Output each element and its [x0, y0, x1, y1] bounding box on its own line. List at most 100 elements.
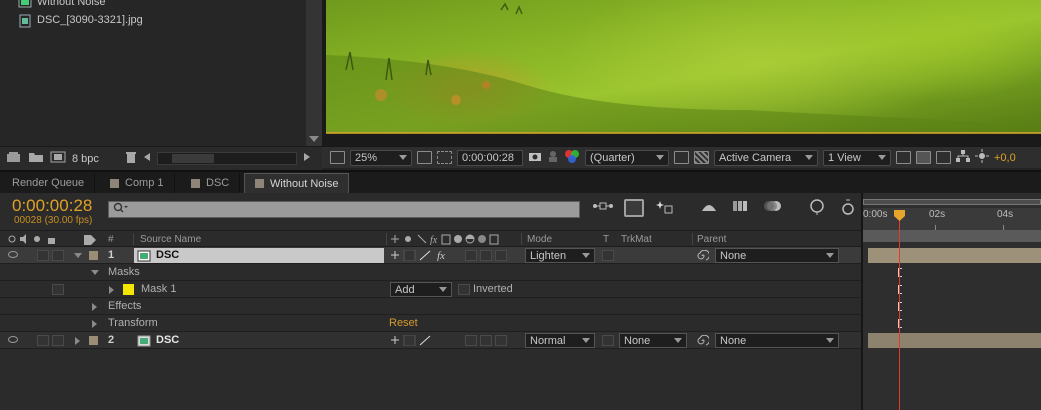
- property-group-row[interactable]: Masks: [0, 264, 861, 281]
- work-area-bar[interactable]: [863, 199, 1041, 205]
- property-group-row[interactable]: Effects: [0, 298, 861, 315]
- twirl-right-icon[interactable]: [75, 337, 80, 345]
- pickwhip-icon[interactable]: [697, 334, 710, 349]
- hide-shy-layers-icon[interactable]: [700, 199, 720, 217]
- eye-icon[interactable]: [8, 251, 18, 258]
- layer-name[interactable]: DSC: [156, 334, 179, 346]
- viewer-image[interactable]: [326, 0, 1041, 133]
- exposure-value[interactable]: +0,0: [994, 152, 1016, 164]
- parent-dropdown[interactable]: None: [715, 248, 839, 263]
- layer-search-input[interactable]: [108, 201, 580, 218]
- project-item-comp[interactable]: Without Noise: [18, 0, 105, 10]
- transparency-grid-icon[interactable]: [694, 151, 709, 164]
- twirl-down-icon[interactable]: [91, 270, 99, 275]
- live-update-icon[interactable]: [624, 199, 644, 217]
- zoom-dropdown[interactable]: 25%: [350, 149, 412, 166]
- label-swatch[interactable]: [89, 336, 98, 345]
- column-mode[interactable]: Mode: [527, 234, 552, 245]
- column-source-name[interactable]: Source Name: [140, 234, 201, 245]
- pickwhip-icon[interactable]: [697, 249, 710, 264]
- mask-mode-dropdown[interactable]: Add: [390, 282, 452, 297]
- trkmat-dropdown[interactable]: None: [619, 333, 687, 348]
- property-group-row[interactable]: Transform Reset: [0, 315, 861, 332]
- tab-without-noise[interactable]: Without Noise: [244, 173, 350, 193]
- preserve-transparency-toggle[interactable]: [602, 335, 614, 346]
- column-parent[interactable]: Parent: [697, 234, 726, 245]
- scroll-down-icon[interactable]: [309, 136, 319, 142]
- eye-icon[interactable]: [8, 336, 18, 343]
- mask-color-swatch[interactable]: [123, 284, 134, 295]
- project-item-footage[interactable]: DSC_[3090-3321].jpg: [18, 12, 143, 28]
- blend-mode-dropdown[interactable]: Normal: [525, 333, 595, 348]
- tab-comp-1[interactable]: Comp 1: [100, 173, 175, 193]
- resolution-dropdown[interactable]: (Quarter): [585, 149, 669, 166]
- tab-dsc[interactable]: DSC: [181, 173, 241, 193]
- timeline-toggle-icon[interactable]: [936, 151, 951, 164]
- layer-row[interactable]: 2 DSC Normal None None: [0, 332, 861, 349]
- channel-icon[interactable]: [564, 149, 580, 166]
- toggle-pixel-aspect-icon[interactable]: [896, 151, 911, 164]
- fast-previews-icon[interactable]: [916, 151, 931, 164]
- column-trkmat[interactable]: TrkMat: [621, 234, 652, 245]
- switch-box[interactable]: [480, 335, 492, 346]
- show-snapshot-icon[interactable]: [547, 150, 559, 165]
- flowchart-icon[interactable]: [956, 150, 970, 165]
- twirl-right-icon[interactable]: [92, 320, 97, 328]
- mask-name[interactable]: Mask 1: [141, 283, 176, 295]
- twirl-right-icon[interactable]: [92, 303, 97, 311]
- time-navigator[interactable]: [863, 230, 1041, 242]
- lock-toggle[interactable]: [52, 335, 64, 346]
- lock-toggle[interactable]: [52, 250, 64, 261]
- scroll-right-icon[interactable]: [303, 152, 311, 165]
- trash-icon[interactable]: [125, 151, 137, 167]
- switch-box[interactable]: [465, 250, 477, 261]
- frame-blending-icon[interactable]: [732, 199, 752, 217]
- camera-dropdown[interactable]: Active Camera: [714, 149, 818, 166]
- draft-3d-icon[interactable]: [656, 199, 676, 217]
- switch-box[interactable]: [495, 250, 507, 261]
- new-composition-icon[interactable]: [50, 151, 66, 166]
- safe-margins-icon[interactable]: [417, 151, 432, 164]
- layer-duration-bar[interactable]: [868, 248, 1041, 263]
- layer-switches[interactable]: fx: [390, 249, 450, 264]
- viewer-timecode[interactable]: 0:00:00:28: [457, 149, 523, 166]
- bpc-label[interactable]: 8 bpc: [72, 153, 99, 165]
- brainstorm-icon[interactable]: [808, 199, 828, 217]
- switch-box[interactable]: [465, 335, 477, 346]
- parent-dropdown[interactable]: None: [715, 333, 839, 348]
- label-swatch[interactable]: [89, 251, 98, 260]
- switch-box[interactable]: [480, 250, 492, 261]
- column-hash[interactable]: #: [108, 234, 114, 245]
- scroll-left-icon[interactable]: [143, 152, 151, 165]
- new-folder-icon[interactable]: [28, 151, 44, 166]
- tab-render-queue[interactable]: Render Queue: [2, 173, 96, 193]
- always-preview-icon[interactable]: [330, 151, 345, 164]
- auto-keyframe-icon[interactable]: [840, 199, 860, 217]
- layer-name[interactable]: DSC: [156, 249, 179, 261]
- exposure-icon[interactable]: [975, 149, 989, 166]
- preserve-transparency-toggle[interactable]: [602, 250, 614, 261]
- view-layout-dropdown[interactable]: 1 View: [823, 149, 891, 166]
- label-tag-icon[interactable]: [83, 234, 97, 248]
- project-scrollbar[interactable]: [306, 0, 322, 146]
- mask-lock-toggle[interactable]: [52, 284, 64, 295]
- column-t[interactable]: T: [603, 234, 609, 245]
- current-time-indicator-line[interactable]: [899, 212, 900, 410]
- blend-mode-dropdown[interactable]: Lighten: [525, 248, 595, 263]
- region-of-interest-icon[interactable]: [674, 151, 689, 164]
- project-hscrollbar[interactable]: [156, 152, 297, 165]
- interpret-footage-icon[interactable]: [6, 151, 22, 166]
- audio-toggle[interactable]: [37, 250, 49, 261]
- twirl-down-icon[interactable]: [74, 253, 82, 258]
- motion-blur-icon[interactable]: [764, 199, 784, 217]
- mask-row[interactable]: Mask 1 Add Inverted: [0, 281, 861, 298]
- switch-box[interactable]: [495, 335, 507, 346]
- layer-row[interactable]: 1 DSC fx Lighten None: [0, 247, 861, 264]
- composition-mini-flowchart-icon[interactable]: [592, 199, 613, 217]
- audio-toggle[interactable]: [37, 335, 49, 346]
- layer-switches[interactable]: [390, 334, 434, 349]
- time-ruler[interactable]: 0:00s 02s 04s: [863, 208, 1041, 230]
- twirl-right-icon[interactable]: [109, 286, 114, 294]
- current-time-display[interactable]: 0:00:00:28: [12, 196, 92, 216]
- inverted-checkbox[interactable]: [458, 284, 470, 295]
